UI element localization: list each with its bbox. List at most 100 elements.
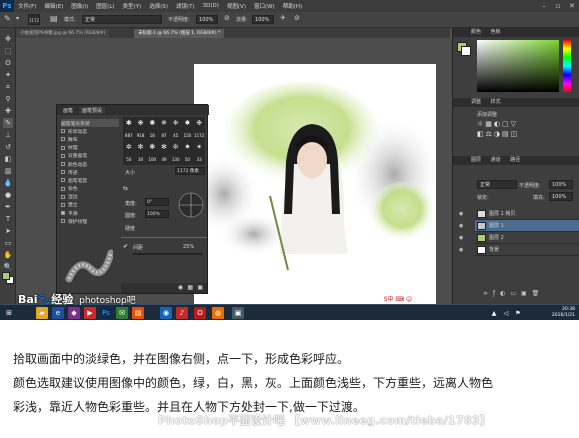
tab-adjustments[interactable]: 调整 — [471, 99, 481, 105]
tray-flag-icon[interactable]: ⚑ — [512, 307, 524, 319]
browser-icon[interactable]: ◉ — [160, 307, 172, 319]
minimize-icon[interactable]: – — [537, 0, 551, 12]
pen-tool-icon[interactable]: ✒ — [3, 202, 13, 212]
layer-opacity-field[interactable]: 100% — [549, 180, 573, 189]
photo-viewer-icon[interactable]: ▣ — [232, 307, 244, 319]
checkbox[interactable] — [61, 153, 65, 158]
brush-tip[interactable]: ✻ — [158, 141, 170, 153]
menu-edit[interactable]: 编辑(E) — [40, 2, 67, 10]
brush-tip[interactable]: ❈ — [170, 117, 182, 129]
firefox-icon[interactable]: ◍ — [212, 307, 224, 319]
spacing-check-icon[interactable]: ✔ — [123, 243, 128, 250]
visibility-eye-icon[interactable]: ◉ — [459, 208, 463, 220]
layer-row[interactable]: ◉ 背景 — [459, 244, 579, 256]
marquee-tool-icon[interactable]: ⬚ — [3, 46, 13, 56]
tab-document-2[interactable]: 未标题-1 @ 66.7% (图层 1, RGB/8#) * — [134, 29, 225, 38]
move-tool-icon[interactable]: ✥ — [3, 34, 13, 44]
menu-view[interactable]: 视图(V) — [223, 2, 250, 10]
dodge-tool-icon[interactable]: ● — [3, 190, 13, 200]
brush-tip[interactable]: ✲ — [123, 141, 135, 153]
mode-select[interactable]: 正常 — [82, 15, 162, 24]
visibility-eye-icon[interactable]: ◉ — [459, 244, 463, 256]
list-item[interactable]: 颜色动态 — [61, 160, 119, 168]
checkbox[interactable] — [61, 178, 65, 183]
menu-3d[interactable]: 3D(D) — [199, 3, 223, 9]
foreground-color-swatch[interactable] — [2, 272, 10, 280]
menu-layer[interactable]: 图层(L) — [92, 2, 118, 10]
checkbox[interactable] — [61, 129, 65, 134]
history-brush-icon[interactable]: ↺ — [3, 142, 13, 152]
tab-brush[interactable]: 画笔 — [63, 107, 73, 114]
media-icon[interactable]: ▶ — [84, 307, 96, 319]
brush-tip[interactable]: ✵ — [158, 117, 170, 129]
list-item[interactable]: 杂色 — [61, 185, 119, 193]
shape-tool-icon[interactable]: ▭ — [3, 238, 13, 248]
menu-type[interactable]: 类型(Y) — [119, 2, 146, 10]
list-item[interactable]: 保护纹理 — [61, 217, 119, 225]
canvas-area[interactable]: 画笔 画笔预设 画笔笔尖形状 形状动态 散布 纹理 双重画笔 颜色动态 传递 画… — [16, 38, 452, 304]
spacing-slider[interactable] — [133, 253, 203, 255]
tab-styles[interactable]: 样式 — [491, 99, 501, 105]
layer-actions-bar[interactable]: ∞ƒ◐▭▣🗑 — [483, 290, 544, 297]
tab-channels[interactable]: 通道 — [491, 157, 501, 163]
adjustment-icons[interactable]: ☼▦◐▢▽ — [477, 120, 518, 128]
zoom-tool-icon[interactable]: 🔍 — [3, 262, 13, 272]
new-brush-icon[interactable]: ▣ — [197, 284, 203, 291]
angle-field[interactable]: 0° — [145, 198, 169, 206]
brush-tip[interactable]: ❊ — [170, 141, 182, 153]
brush-tip[interactable]: ❋ — [135, 117, 147, 129]
background-color-chip[interactable] — [461, 46, 471, 56]
tab-brush-presets[interactable]: 画笔预设 — [79, 107, 106, 114]
list-item[interactable]: 纹理 — [61, 144, 119, 152]
brush-tip[interactable]: ✱ — [123, 117, 135, 129]
checkbox[interactable] — [61, 137, 65, 142]
pressure-opacity-icon[interactable]: ⊘ — [224, 14, 230, 22]
checkbox[interactable] — [61, 170, 65, 175]
start-button-icon[interactable]: ⊞ — [3, 307, 15, 319]
roundness-field[interactable]: 100% — [145, 210, 169, 218]
tab-layers[interactable]: 图层 — [471, 157, 481, 163]
brush-tool-icon[interactable]: ✎ — [3, 118, 13, 128]
tab-swatches[interactable]: 色板 — [491, 29, 501, 35]
checkbox[interactable] — [61, 162, 65, 167]
list-item[interactable]: 传递 — [61, 168, 119, 176]
lasso-tool-icon[interactable]: ʘ — [3, 58, 13, 68]
explorer-icon[interactable]: ▰ — [36, 307, 48, 319]
grid-icon[interactable]: ▦ — [187, 284, 193, 291]
list-item[interactable]: 双重画笔 — [61, 152, 119, 160]
tray-volume-icon[interactable]: ◁ — [500, 307, 512, 319]
list-item[interactable]: 湿边 — [61, 193, 119, 201]
brush-tip[interactable]: ❃ — [146, 141, 158, 153]
brush-panel-toggle-icon[interactable]: ▤ — [50, 14, 58, 23]
list-item[interactable]: 形状动态 — [61, 127, 119, 135]
crop-tool-icon[interactable]: ⌗ — [3, 82, 13, 92]
brush-tip[interactable]: ✺ — [146, 117, 158, 129]
toggle-preview-icon[interactable]: ◉ — [178, 284, 183, 291]
brush-tool-icon[interactable]: ✎ — [4, 14, 11, 23]
checkbox[interactable] — [61, 211, 65, 216]
tab-paths[interactable]: 路径 — [510, 157, 520, 163]
fill-field[interactable]: 100% — [549, 192, 573, 201]
brush-tip[interactable]: ❉ — [193, 117, 205, 129]
tray-network-icon[interactable]: ▲ — [488, 307, 500, 319]
type-tool-icon[interactable]: T — [3, 214, 13, 224]
opera-icon[interactable]: O — [194, 307, 206, 319]
opacity-field[interactable]: 100% — [196, 15, 218, 24]
healing-tool-icon[interactable]: ✚ — [3, 106, 13, 116]
system-clock[interactable]: 20:38 2016/1/21 — [552, 307, 575, 319]
list-item[interactable]: 建立 — [61, 201, 119, 209]
list-item[interactable]: 画笔笔势 — [61, 176, 119, 184]
flip-x-icon[interactable]: ⇆ — [123, 185, 128, 192]
chevron-down-icon[interactable]: ▾ — [16, 15, 19, 22]
visibility-eye-icon[interactable]: ◉ — [459, 232, 463, 244]
list-item[interactable]: 散布 — [61, 135, 119, 143]
photoshop-task-icon[interactable]: Ps — [100, 307, 112, 319]
brush-tip[interactable]: ✸ — [182, 117, 194, 129]
close-icon[interactable]: ✕ — [565, 0, 579, 12]
ime-toolbar[interactable]: S中 ⌨ ☺ — [376, 293, 420, 303]
menu-image[interactable]: 图像(I) — [67, 2, 92, 10]
checkbox[interactable] — [61, 145, 65, 150]
stamp-tool-icon[interactable]: ⊥ — [3, 130, 13, 140]
menu-filter[interactable]: 滤镜(T) — [172, 2, 199, 10]
folder-icon[interactable]: ▤ — [132, 307, 144, 319]
